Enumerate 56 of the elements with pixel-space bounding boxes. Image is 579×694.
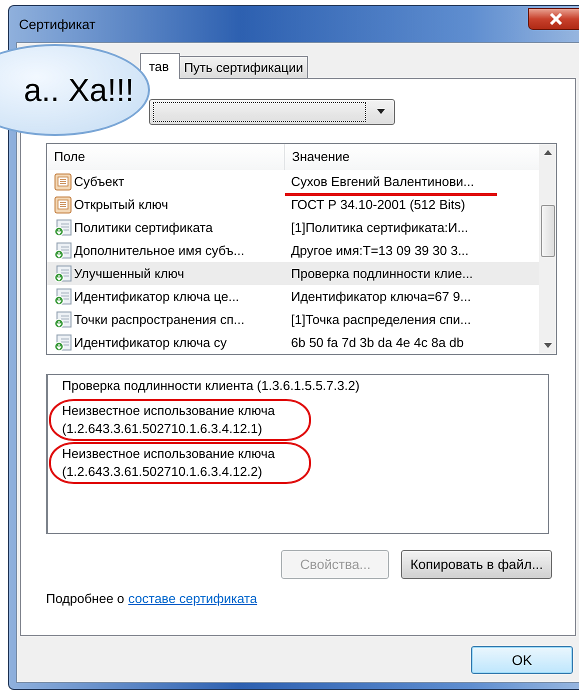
close-icon bbox=[549, 13, 563, 25]
field-name: Субъект bbox=[74, 174, 124, 189]
info-text: Подробнее о bbox=[46, 591, 124, 606]
field-value: Сухов Евгений Валентинови... bbox=[291, 174, 474, 189]
copy-to-file-button[interactable]: Копировать в файл... bbox=[401, 550, 552, 579]
list-row[interactable]: Дополнительное имя субъ... Другое имя:T=13 09 39 30 3... bbox=[47, 239, 539, 262]
column-header[interactable]: Поле bbox=[47, 144, 285, 170]
bubble-text: а.. Ха!!! bbox=[24, 72, 134, 108]
extension-icon bbox=[54, 264, 72, 282]
field-name: Открытый ключ bbox=[74, 197, 168, 212]
show-dropdown[interactable] bbox=[149, 99, 395, 125]
list-row[interactable]: Улучшенный ключ Проверка подлинности клие... bbox=[47, 262, 539, 285]
certificate-field-icon bbox=[54, 172, 72, 190]
certificate-field-icon bbox=[54, 196, 72, 214]
detail-text: (1.2.643.3.61.502710.1.6.3.4.12.2) bbox=[62, 464, 262, 479]
field-name: Идентификатор ключа це... bbox=[74, 289, 240, 304]
field-name: Дополнительное имя субъ... bbox=[74, 243, 244, 258]
dropdown-arrow-icon bbox=[376, 109, 386, 115]
field-value: Другое имя:T=13 09 39 30 3... bbox=[291, 243, 469, 258]
field-value: 6b 50 fa 7d 3b da 4e 4c 8a db bbox=[291, 335, 464, 350]
field-value: [1]Точка распределения спи... bbox=[291, 312, 472, 327]
list-row[interactable]: Точки распространения сп... [1]Точка распределения спи... bbox=[47, 308, 539, 331]
list-row[interactable]: Субъект Сухов Евгений Валентинови... bbox=[47, 170, 539, 193]
close-button[interactable] bbox=[528, 8, 579, 30]
field-value: Идентификатор ключа=67 9... bbox=[291, 289, 471, 304]
field-name: Улучшенный ключ bbox=[74, 266, 184, 281]
extension-icon bbox=[54, 288, 72, 306]
scroll-down-icon bbox=[544, 343, 552, 348]
ok-button[interactable]: OK bbox=[471, 646, 573, 674]
scroll-thumb[interactable] bbox=[540, 205, 554, 257]
extension-icon bbox=[54, 242, 72, 260]
detail-text: (1.2.643.3.61.502710.1.6.3.4.12.1) bbox=[62, 421, 262, 436]
certificate-details-link[interactable]: составе сертификата bbox=[128, 591, 258, 606]
field-value: ГОСТ Р 34.10-2001 (512 Bits) bbox=[291, 197, 466, 212]
detail-text: Проверка подлинности клиента (1.3.6.1.5.5.7.3.2) bbox=[62, 378, 360, 393]
scrollbar[interactable] bbox=[539, 144, 556, 354]
details-field[interactable]: Проверка подлинности клиента (1.3.6.1.5.5.7.3.2) Неизвестное использование ключа (1.2.643.3.61.502710.1.6.3.4.12.1) Неизвестное использование ключа (1.2.643.3.61.502710.1.6.3.4.12.2) bbox=[46, 374, 549, 534]
list-row[interactable]: Открытый ключ ГОСТ Р 34.10-2001 (512 Bits) bbox=[47, 193, 539, 216]
tab[interactable]: тав bbox=[140, 53, 180, 79]
field-name: Политики сертификата bbox=[74, 220, 213, 235]
list-row[interactable]: Идентификатор ключа су 6b 50 fa 7d 3b da 4e 4c 8a db bbox=[47, 331, 539, 354]
column-header[interactable]: Значение bbox=[285, 144, 539, 170]
field-name: Точки распространения сп... bbox=[74, 312, 244, 327]
list-row[interactable]: Идентификатор ключа це... Идентификатор ключа=67 9... bbox=[47, 285, 539, 308]
list-row[interactable]: Политики сертификата [1]Политика сертификата:И... bbox=[47, 216, 539, 239]
extension-icon bbox=[54, 218, 72, 236]
tab[interactable]: Путь сертификации bbox=[178, 56, 308, 78]
field-value: [1]Политика сертификата:И... bbox=[291, 220, 468, 235]
extension-icon bbox=[54, 334, 72, 352]
field-name: Идентификатор ключа су bbox=[74, 335, 227, 350]
field-value: Проверка подлинности клие... bbox=[291, 266, 473, 281]
detail-text: Неизвестное использование ключа bbox=[62, 446, 275, 461]
scroll-up-icon bbox=[544, 150, 552, 155]
window-title: Сертификат bbox=[19, 16, 96, 32]
detail-text: Неизвестное использование ключа bbox=[62, 403, 275, 418]
extension-icon bbox=[54, 310, 72, 328]
